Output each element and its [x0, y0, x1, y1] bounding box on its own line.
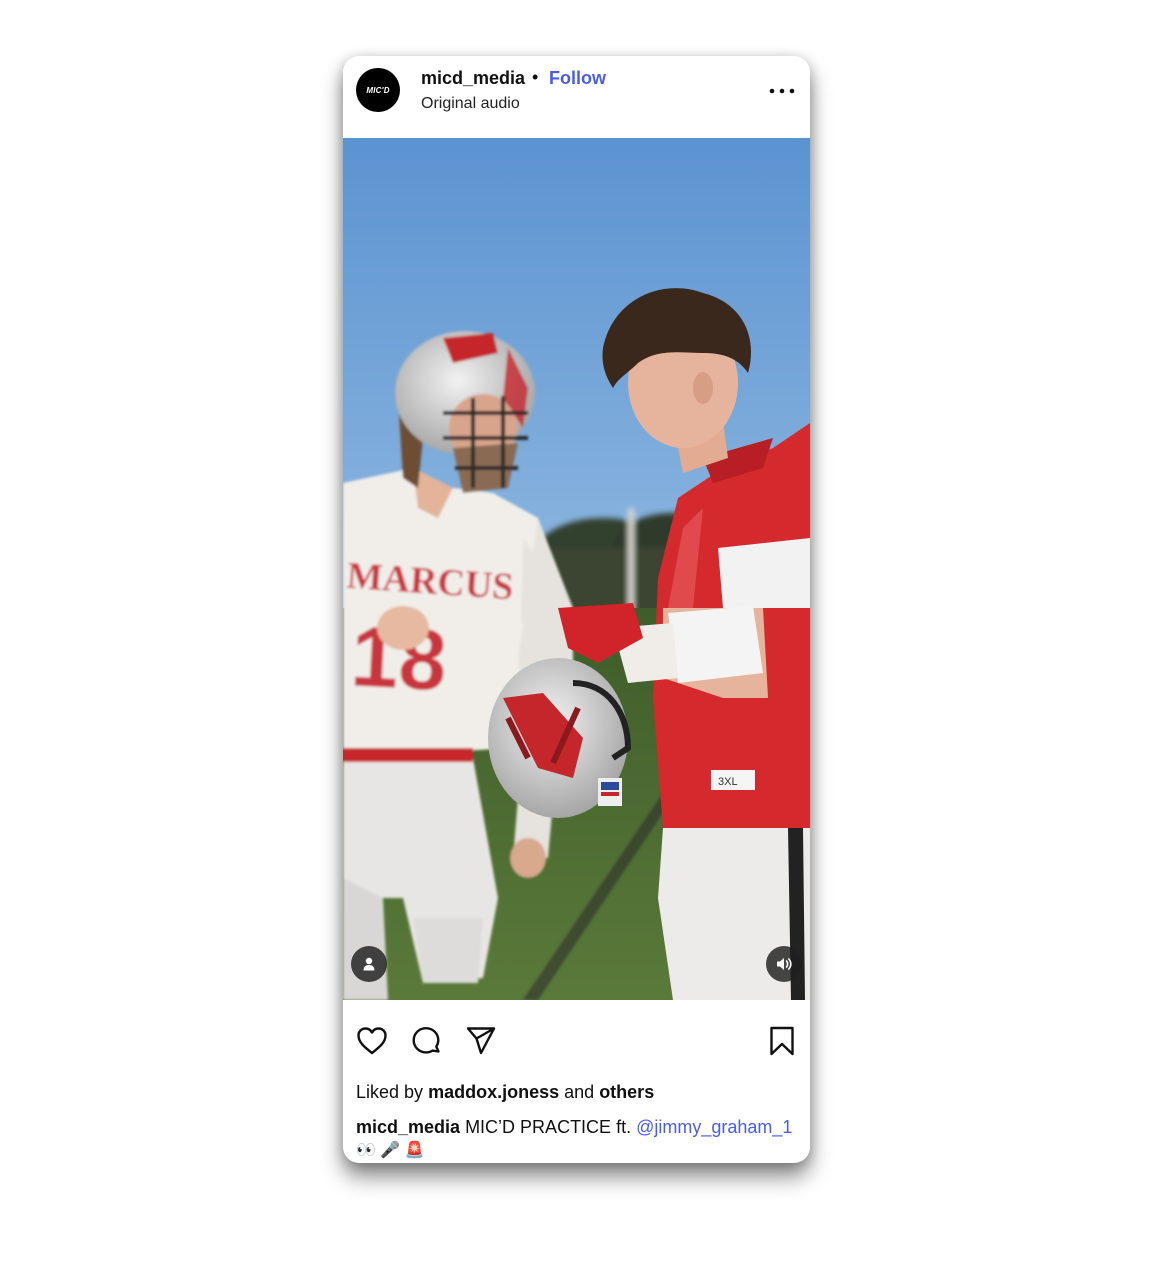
caption-mention-link[interactable]: @jimmy_graham_1: [636, 1117, 792, 1137]
post-actions: Liked by maddox.joness and others micd_m…: [343, 1000, 810, 1163]
likes-summary: Liked by maddox.joness and others: [356, 1082, 654, 1103]
speaker-icon: [777, 958, 792, 970]
post-video[interactable]: MARCUS 18 3XL: [343, 138, 810, 1000]
likes-others-link[interactable]: others: [599, 1082, 654, 1102]
share-button[interactable]: [464, 1024, 498, 1063]
likes-prefix: Liked by: [356, 1082, 424, 1102]
separator-dot: •: [532, 67, 539, 87]
avatar[interactable]: MIC'D: [356, 68, 400, 112]
caption-emojis: 👀 🎤 🚨: [356, 1142, 425, 1159]
caption-text: MIC’D PRACTICE ft.: [465, 1117, 632, 1137]
heart-icon: [357, 1027, 387, 1055]
post-header: MIC'D micd_media • Follow Original audio: [343, 56, 810, 138]
more-options-icon[interactable]: [767, 82, 797, 100]
liked-by-user-link[interactable]: maddox.joness: [428, 1082, 559, 1102]
caption-username[interactable]: micd_media: [356, 1117, 460, 1137]
save-button[interactable]: [765, 1024, 799, 1063]
sound-toggle-button[interactable]: [766, 946, 802, 982]
username[interactable]: micd_media: [421, 68, 525, 89]
jersey-size-tag: 3XL: [718, 776, 738, 788]
send-icon: [466, 1027, 496, 1055]
post-card: MIC'D micd_media • Follow Original audio: [343, 56, 810, 1163]
likes-and: and: [564, 1082, 595, 1102]
person-icon: [363, 957, 375, 971]
tagged-users-button[interactable]: [351, 946, 387, 982]
avatar-logo-text: MIC'D: [366, 85, 390, 95]
comment-button[interactable]: [409, 1024, 443, 1063]
follow-button[interactable]: Follow: [549, 68, 606, 89]
like-button[interactable]: [355, 1024, 389, 1063]
video-frame-illustration: MARCUS 18 3XL: [343, 138, 810, 1000]
comment-icon: [412, 1027, 440, 1054]
original-audio-link[interactable]: Original audio: [421, 95, 520, 113]
post-caption: micd_media MIC’D PRACTICE ft. @jimmy_gra…: [356, 1117, 792, 1138]
bookmark-icon: [770, 1026, 794, 1056]
